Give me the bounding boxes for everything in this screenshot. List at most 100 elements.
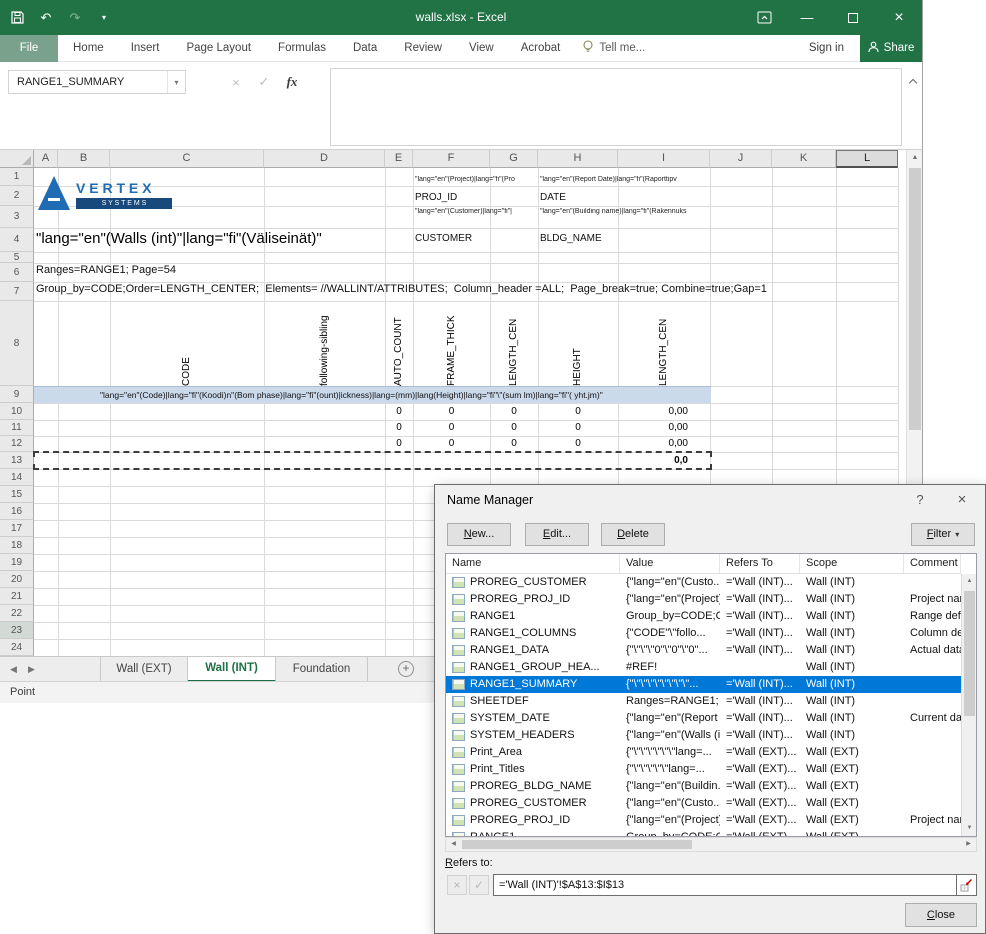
summary-row[interactable]: "lang="en"(Code)|lang="fi"(Koodi)n"(Bom … bbox=[34, 386, 711, 403]
nm-column-header-comment[interactable]: Comment bbox=[904, 554, 961, 573]
grid-cell-h12[interactable]: 0 bbox=[538, 436, 618, 452]
grid-cell-h11[interactable]: 0 bbox=[538, 420, 618, 436]
grid-cell-f1[interactable]: "lang="en"(Project)|lang="fi"(Pro bbox=[415, 176, 537, 183]
row-header-1[interactable]: 1 bbox=[0, 168, 34, 186]
row-header-24[interactable]: 24 bbox=[0, 639, 34, 656]
row-header-19[interactable]: 19 bbox=[0, 554, 34, 571]
list-hscrollbar-thumb[interactable] bbox=[462, 840, 692, 849]
column-header-f[interactable]: F bbox=[413, 150, 490, 168]
name-row-system-headers[interactable]: SYSTEM_HEADERS{"lang="en"(Walls (i...='W… bbox=[446, 727, 961, 744]
sheet-tab-wall-ext[interactable]: Wall (EXT) bbox=[100, 657, 188, 682]
name-row-proreg-bldg-name[interactable]: PROREG_BLDG_NAME{"lang="en"(Buildin...='… bbox=[446, 778, 961, 795]
name-row-proreg-proj-id[interactable]: PROREG_PROJ_ID{"lang="en"(Project)...='W… bbox=[446, 591, 961, 608]
row-header-16[interactable]: 16 bbox=[0, 503, 34, 520]
row-header-20[interactable]: 20 bbox=[0, 571, 34, 588]
refers-to-input[interactable] bbox=[493, 874, 957, 896]
row-header-3[interactable]: 3 bbox=[0, 206, 34, 228]
row-header-6[interactable]: 6 bbox=[0, 263, 34, 282]
grid-cell-g10[interactable]: 0 bbox=[490, 403, 538, 420]
grid-cell-h3[interactable]: "lang="en"(Building name)|lang="fi"(Rake… bbox=[540, 208, 710, 215]
dialog-close-icon[interactable]: × bbox=[945, 485, 979, 515]
row-header-7[interactable]: 7 bbox=[0, 282, 34, 301]
select-all-corner[interactable] bbox=[0, 150, 34, 168]
grid-cell-g12[interactable]: 0 bbox=[490, 436, 538, 452]
grid-cell-f3[interactable]: "lang="en"(Customer)|lang="fi"| bbox=[415, 208, 537, 215]
list-scrollbar-thumb[interactable] bbox=[964, 591, 975, 716]
grid-cell-a6[interactable]: Ranges=RANGE1; Page=54 bbox=[36, 264, 176, 276]
collapse-dialog-button[interactable] bbox=[957, 874, 977, 896]
column-header-c[interactable]: C bbox=[110, 150, 264, 168]
new-sheet-button[interactable]: + bbox=[398, 661, 414, 677]
list-scroll-up-icon[interactable]: ▲ bbox=[962, 574, 977, 589]
grid-cell-i12[interactable]: 0,00 bbox=[618, 436, 710, 452]
close-dialog-button[interactable]: Close bbox=[905, 903, 977, 927]
next-sheet-icon[interactable]: ▶ bbox=[28, 657, 35, 682]
name-row-proreg-customer[interactable]: PROREG_CUSTOMER{"lang="en"(Custo...='Wal… bbox=[446, 574, 961, 591]
row-header-5[interactable]: 5 bbox=[0, 252, 34, 263]
grid-cell-g11[interactable]: 0 bbox=[490, 420, 538, 436]
row-header-22[interactable]: 22 bbox=[0, 605, 34, 622]
row-header-2[interactable]: 2 bbox=[0, 186, 34, 206]
column-header-d[interactable]: D bbox=[264, 150, 385, 168]
list-vertical-scrollbar[interactable]: ▲ ▼ bbox=[961, 574, 976, 836]
name-row-system-date[interactable]: SYSTEM_DATE{"lang="en"(Report ...='Wall … bbox=[446, 710, 961, 727]
column-header-l[interactable]: L bbox=[836, 150, 898, 168]
grid-cell-a4[interactable]: "lang="en"(Walls (int)"|lang="fi"(Välise… bbox=[36, 230, 322, 247]
name-row-range1-data[interactable]: RANGE1_DATA{"\"\"\"0"\"0"\"0"...='Wall (… bbox=[446, 642, 961, 659]
sheet-tab-wall-int[interactable]: Wall (INT) bbox=[188, 657, 276, 682]
column-header-k[interactable]: K bbox=[772, 150, 836, 168]
vertical-header-height[interactable]: HEIGHT bbox=[571, 304, 585, 386]
grid-cell-f2[interactable]: PROJ_ID bbox=[415, 192, 457, 203]
column-header-g[interactable]: G bbox=[490, 150, 538, 168]
name-row-proreg-customer[interactable]: PROREG_CUSTOMER{"lang="en"(Custo...='Wal… bbox=[446, 795, 961, 812]
column-header-i[interactable]: I bbox=[618, 150, 710, 168]
name-row-range1-group-hea[interactable]: RANGE1_GROUP_HEA...#REF!Wall (INT) bbox=[446, 659, 961, 676]
name-row-print-area[interactable]: Print_Area{"\"\"\"\"\"\"lang=...='Wall (… bbox=[446, 744, 961, 761]
scroll-up-icon[interactable]: ▲ bbox=[907, 150, 923, 166]
grid-cell-a7[interactable]: Group_by=CODE;Order=LENGTH_CENTER; Eleme… bbox=[36, 283, 767, 295]
name-row-print-titles[interactable]: Print_Titles{"\"\"\"\"\"lang=...='Wall (… bbox=[446, 761, 961, 778]
grid-cell-f10[interactable]: 0 bbox=[413, 403, 490, 420]
list-scroll-right-icon[interactable]: ▶ bbox=[961, 838, 976, 851]
name-row-proreg-proj-id[interactable]: PROREG_PROJ_ID{"lang="en"(Project)...='W… bbox=[446, 812, 961, 829]
row-header-4[interactable]: 4 bbox=[0, 228, 34, 252]
new-name-button[interactable]: New... bbox=[447, 523, 511, 546]
row-header-12[interactable]: 12 bbox=[0, 436, 34, 452]
vertical-header-frame-thick[interactable]: FRAME_THICK bbox=[445, 304, 459, 386]
previous-sheet-icon[interactable]: ◀ bbox=[10, 657, 17, 682]
grid-cell-i10[interactable]: 0,00 bbox=[618, 403, 710, 420]
row-header-18[interactable]: 18 bbox=[0, 537, 34, 554]
row-header-11[interactable]: 11 bbox=[0, 420, 34, 436]
vertical-header-following-sibling[interactable]: following-sibling bbox=[318, 304, 332, 386]
row-header-8[interactable]: 8 bbox=[0, 301, 34, 386]
row-header-14[interactable]: 14 bbox=[0, 469, 34, 486]
row-header-10[interactable]: 10 bbox=[0, 403, 34, 420]
edit-name-button[interactable]: Edit... bbox=[525, 523, 589, 546]
delete-name-button[interactable]: Delete bbox=[601, 523, 665, 546]
grid-cell-f4[interactable]: CUSTOMER bbox=[415, 233, 472, 244]
grid-cell-f12[interactable]: 0 bbox=[413, 436, 490, 452]
dialog-help-button[interactable]: ? bbox=[903, 485, 937, 515]
column-header-h[interactable]: H bbox=[538, 150, 618, 168]
column-header-a[interactable]: A bbox=[34, 150, 58, 168]
row-header-23[interactable]: 23 bbox=[0, 622, 34, 639]
list-horizontal-scrollbar[interactable]: ◀ ▶ bbox=[445, 837, 977, 852]
vertical-scrollbar-thumb[interactable] bbox=[909, 168, 921, 430]
grid-cell-e11[interactable]: 0 bbox=[385, 420, 413, 436]
name-row-range1-summary[interactable]: RANGE1_SUMMARY{"\"\"\"\"\"\"\"\"...='Wal… bbox=[446, 676, 961, 693]
refers-commit-button[interactable]: ✓ bbox=[469, 875, 489, 895]
name-row-sheetdef[interactable]: SHEETDEFRanges=RANGE1; P...='Wall (INT).… bbox=[446, 693, 961, 710]
column-header-b[interactable]: B bbox=[58, 150, 110, 168]
nm-column-header-name[interactable]: Name bbox=[446, 554, 620, 573]
grid-cell-h10[interactable]: 0 bbox=[538, 403, 618, 420]
refers-cancel-button[interactable]: × bbox=[447, 875, 467, 895]
vertical-header-code[interactable]: CODE bbox=[180, 304, 194, 386]
sheet-tab-foundation[interactable]: Foundation bbox=[276, 657, 368, 682]
vertical-header-length-cen[interactable]: LENGTH_CEN bbox=[507, 304, 521, 386]
grid-cell-h4[interactable]: BLDG_NAME bbox=[540, 233, 602, 244]
grid-cell-h2[interactable]: DATE bbox=[540, 192, 566, 203]
vertical-header-length-cen[interactable]: LENGTH_CEN bbox=[657, 304, 671, 386]
nm-column-header-scope[interactable]: Scope bbox=[800, 554, 904, 573]
grid-cell-h1[interactable]: "lang="en"(Report Date)|lang="fi"(Raport… bbox=[540, 176, 710, 183]
grid-cell-e12[interactable]: 0 bbox=[385, 436, 413, 452]
